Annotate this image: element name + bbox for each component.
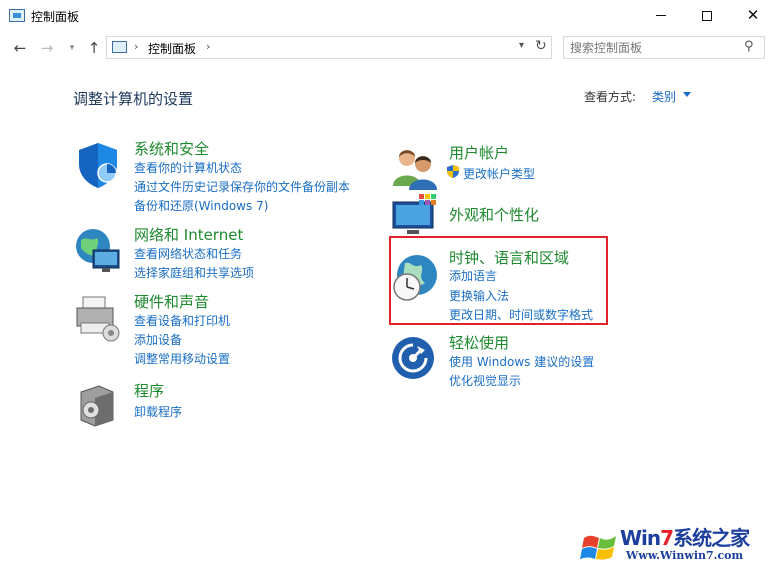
printer-icon[interactable] [73, 293, 123, 343]
window-title: 控制面板 [31, 10, 80, 24]
category-appearance: 外观和个性化 [391, 192, 691, 240]
category-system-security: 系统和安全 查看你的计算机状态 通过文件历史记录保存你的文件备份副本 备份和还原… [73, 136, 373, 216]
title-bar: 控制面板 ✕ [0, 0, 776, 31]
refresh-icon[interactable]: ↻ [535, 38, 547, 54]
search-icon[interactable]: ⚲ [744, 39, 754, 54]
view-by-chevron-down-icon[interactable] [683, 92, 691, 97]
search-box[interactable]: ⚲ [563, 36, 765, 59]
category-title[interactable]: 程序 [134, 380, 164, 401]
forward-button[interactable]: → [38, 39, 56, 57]
recent-locations-chevron-icon[interactable]: ▾ [63, 39, 81, 57]
link-uninstall-program[interactable]: 卸载程序 [134, 403, 182, 420]
uac-shield-icon [447, 165, 459, 178]
category-user-accounts: 用户帐户 更改帐户类型 [391, 140, 691, 190]
maximize-button[interactable] [684, 0, 730, 31]
link-devices-printers[interactable]: 查看设备和打印机 [134, 312, 230, 329]
link-add-device[interactable]: 添加设备 [134, 331, 182, 348]
link-view-computer-status[interactable]: 查看你的计算机状态 [134, 159, 242, 176]
category-title[interactable]: 硬件和声音 [134, 291, 209, 312]
control-panel-icon [112, 41, 127, 53]
shield-icon[interactable] [73, 140, 123, 190]
breadcrumb-separator-icon[interactable]: › [134, 40, 138, 53]
breadcrumb-control-panel[interactable]: 控制面板 [148, 40, 196, 57]
watermark: Win7系统之家 Www.Winwin7.com [580, 522, 770, 568]
category-title[interactable]: 系统和安全 [134, 138, 209, 159]
link-optimize-visual-display[interactable]: 优化视觉显示 [449, 372, 521, 389]
minimize-button[interactable] [638, 0, 684, 31]
category-programs: 程序 卸载程序 [73, 378, 373, 428]
back-button[interactable]: ← [11, 39, 29, 57]
control-panel-icon [9, 9, 25, 22]
view-by-dropdown[interactable]: 类别 [652, 88, 676, 105]
close-button[interactable]: ✕ [730, 0, 776, 31]
category-ease-of-access: 轻松使用 使用 Windows 建议的设置 优化视觉显示 [391, 332, 691, 392]
link-windows-recommended-settings[interactable]: 使用 Windows 建议的设置 [449, 353, 594, 370]
minimize-icon [656, 15, 666, 16]
category-title[interactable]: 轻松使用 [449, 332, 509, 353]
link-network-status[interactable]: 查看网络状态和任务 [134, 245, 242, 262]
windows-flag-logo-icon [580, 535, 616, 560]
maximize-icon [702, 10, 712, 21]
programs-box-icon[interactable] [73, 380, 123, 430]
view-by-label: 查看方式: [584, 90, 637, 104]
category-network-internet: 网络和 Internet 查看网络状态和任务 选择家庭组和共享选项 [73, 222, 373, 282]
search-input[interactable] [570, 40, 740, 56]
link-change-account-type[interactable]: 更改帐户类型 [463, 165, 535, 182]
appearance-monitor-icon[interactable] [391, 192, 441, 242]
up-button[interactable]: ↑ [85, 39, 103, 57]
watermark-url: Www.Winwin7.com [626, 549, 744, 562]
network-globe-icon[interactable] [73, 226, 123, 276]
highlight-box [389, 236, 608, 325]
address-dropdown-icon[interactable]: ▾ [519, 40, 524, 51]
link-mobility-settings[interactable]: 调整常用移动设置 [134, 350, 230, 367]
page-title: 调整计算机的设置 [73, 90, 194, 108]
link-homegroup-sharing[interactable]: 选择家庭组和共享选项 [134, 264, 254, 281]
link-file-history-backup[interactable]: 通过文件历史记录保存你的文件备份副本 [134, 178, 350, 195]
category-title[interactable]: 用户帐户 [449, 142, 509, 163]
category-title[interactable]: 网络和 Internet [134, 224, 243, 245]
category-hardware-sound: 硬件和声音 查看设备和打印机 添加设备 调整常用移动设置 [73, 289, 373, 369]
link-backup-restore[interactable]: 备份和还原(Windows 7) [134, 197, 268, 214]
navigation-bar: ← → ▾ ↑ › 控制面板 › ▾ ↻ ⚲ [0, 31, 776, 65]
breadcrumb-separator-icon[interactable]: › [206, 40, 210, 53]
ease-of-access-icon[interactable] [391, 332, 441, 382]
watermark-brand: Win7系统之家 [620, 526, 750, 550]
users-icon[interactable] [391, 142, 441, 192]
category-title[interactable]: 外观和个性化 [449, 204, 539, 225]
close-icon: ✕ [746, 6, 760, 24]
address-bar[interactable]: › 控制面板 › ▾ ↻ [106, 36, 552, 59]
